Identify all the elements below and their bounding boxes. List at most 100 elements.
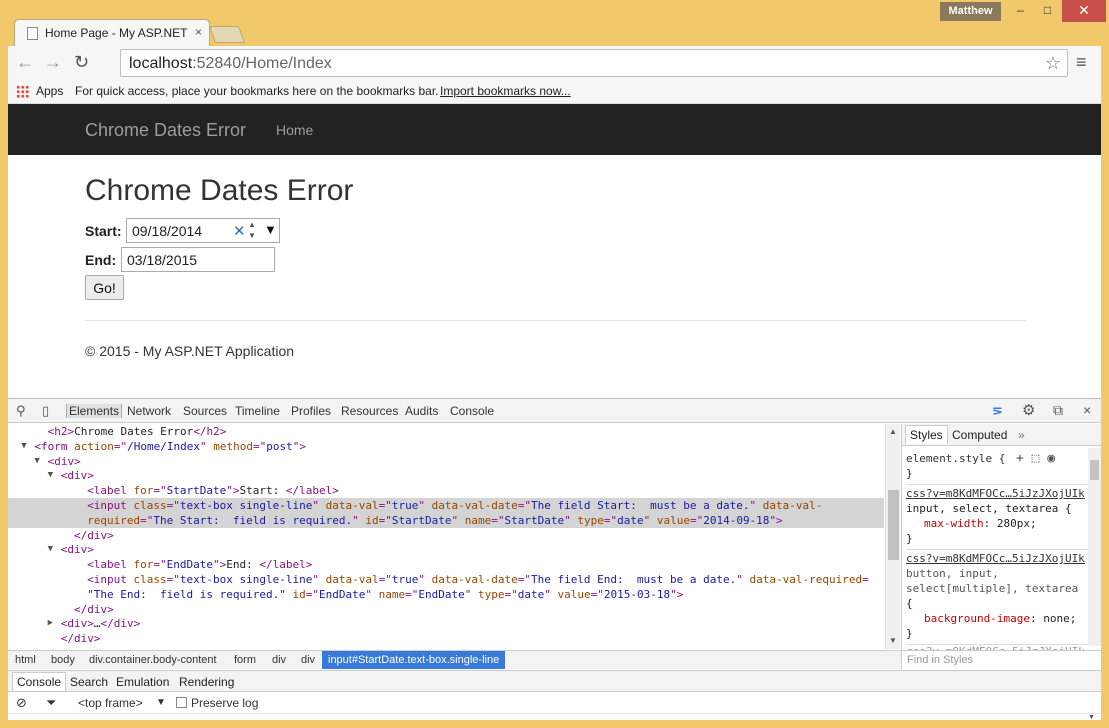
scroll-thumb[interactable]	[888, 490, 899, 560]
crumb-html[interactable]: html	[15, 654, 36, 666]
dom-line[interactable]: <label for="StartDate">Start: </label>	[8, 483, 884, 498]
crumb-div-1[interactable]: div	[272, 654, 286, 666]
tab-resources[interactable]: Resources	[341, 404, 398, 418]
dom-line[interactable]: </div>	[8, 631, 884, 646]
page-viewport: Chrome Dates Error Home Chrome Dates Err…	[8, 104, 1101, 398]
dom-line[interactable]: <input class="text-box single-line" data…	[8, 572, 884, 587]
tab-timeline[interactable]: Timeline	[235, 404, 280, 418]
reload-icon[interactable]: ↻	[74, 52, 89, 72]
expand-triangle-icon[interactable]: ▶	[48, 616, 53, 631]
crumb-input-active[interactable]: input#StartDate.text-box.single-line	[322, 651, 506, 669]
dom-line[interactable]: ▼ <div>	[8, 468, 884, 483]
preserve-log-checkbox[interactable]	[176, 697, 187, 708]
user-badge[interactable]: Matthew	[940, 2, 1001, 21]
dom-line[interactable]: ▼ <div>	[8, 454, 884, 469]
frame-select[interactable]: <top frame>	[78, 696, 143, 710]
filter-icon[interactable]: ⏷	[46, 695, 56, 711]
tab-computed[interactable]: Computed	[952, 428, 1007, 442]
crumb-container[interactable]: div.container.body-content	[89, 654, 217, 666]
dom-line[interactable]: ▼ <div>	[8, 542, 884, 557]
tab-sources[interactable]: Sources	[183, 404, 227, 418]
close-window-button[interactable]: ✕	[1062, 0, 1106, 22]
expand-triangle-icon[interactable]: ▼	[48, 468, 53, 483]
apps-grid-icon[interactable]	[16, 85, 29, 98]
dom-line[interactable]: "The End: field is required." id="EndDat…	[8, 587, 884, 602]
rule2-selector-1[interactable]: button, input,	[906, 566, 999, 581]
maximize-button[interactable]: □	[1034, 0, 1061, 22]
tab-styles[interactable]: Styles	[905, 425, 948, 444]
back-arrow-icon[interactable]: ←	[16, 52, 34, 72]
devtools-close-icon[interactable]: ×	[1083, 402, 1091, 418]
hamburger-menu-icon[interactable]: ≡	[1076, 52, 1087, 73]
styles-scroll-thumb[interactable]	[1090, 460, 1099, 480]
more-tabs-icon[interactable]: »	[1018, 428, 1025, 442]
frame-dropdown-icon[interactable]: ▼	[156, 697, 166, 708]
clear-date-icon[interactable]: ✕	[233, 222, 246, 240]
expand-triangle-icon[interactable]: ▼	[34, 454, 39, 469]
elements-scrollbar[interactable]: ▲ ▼	[885, 424, 900, 649]
browser-tab[interactable]: Home Page - My ASP.NET ×	[14, 19, 210, 46]
dom-line[interactable]: </div>	[8, 602, 884, 617]
elements-tree[interactable]: <h2>Chrome Dates Error</h2> ▼ <form action…	[8, 424, 884, 649]
go-button[interactable]: Go!	[85, 275, 124, 300]
dom-line[interactable]: <h2>Chrome Dates Error</h2>	[8, 424, 884, 439]
tab-title: Home Page - My ASP.NET	[45, 26, 188, 40]
dom-line[interactable]: </div>	[8, 528, 884, 543]
inspect-search-icon[interactable]: ⚲	[16, 403, 26, 419]
rule2-source-link[interactable]: css?v=m8KdMFOCc…5iJzJXojUIk	[906, 551, 1085, 566]
settings-gear-icon[interactable]: ⚙	[1022, 401, 1035, 419]
tab-console[interactable]: Console	[450, 404, 494, 418]
scroll-up-icon[interactable]: ▲	[889, 427, 897, 436]
date-spinner[interactable]: ▲ ▼	[248, 219, 256, 241]
dock-side-icon[interactable]: ⧉	[1053, 402, 1063, 419]
console-scroll-down-icon[interactable]: ▼	[1088, 714, 1101, 721]
import-bookmarks-link[interactable]: Import bookmarks now...	[440, 84, 571, 98]
drawer-tab-rendering[interactable]: Rendering	[179, 675, 234, 689]
end-date-input[interactable]: 03/18/2015	[121, 247, 275, 272]
rule2-declaration[interactable]: background-image: none;	[924, 611, 1076, 626]
bookmark-star-icon[interactable]: ☆	[1045, 53, 1061, 74]
crumb-body[interactable]: body	[51, 654, 75, 666]
new-tab-button[interactable]	[208, 26, 246, 43]
spin-down-icon[interactable]: ▼	[248, 231, 256, 240]
calendar-dropdown-icon[interactable]: ▼	[264, 222, 277, 237]
find-in-styles-input[interactable]: Find in Styles	[902, 650, 1101, 669]
dom-line-selected[interactable]: required="The Start: field is required."…	[8, 512, 884, 528]
drawer-tab-console[interactable]: Console	[12, 672, 67, 691]
add-rule-icon[interactable]: + ⬚ ◉	[1016, 451, 1055, 466]
show-drawer-icon[interactable]: ⋝	[992, 403, 1003, 419]
drawer-tab-emulation[interactable]: Emulation	[116, 675, 169, 689]
tab-audits[interactable]: Audits	[405, 404, 438, 418]
tab-close-icon[interactable]: ×	[195, 25, 202, 39]
spin-up-icon[interactable]: ▲	[248, 220, 256, 229]
forward-arrow-icon[interactable]: →	[44, 52, 62, 72]
device-mode-icon[interactable]: ▯	[42, 403, 49, 419]
styles-scrollbar[interactable]	[1088, 448, 1101, 646]
rule1-source-link[interactable]: css?v=m8KdMFOCc…5iJzJXojUIk	[906, 486, 1085, 501]
scroll-down-icon[interactable]: ▼	[889, 636, 897, 645]
crumb-form[interactable]: form	[234, 654, 256, 666]
expand-triangle-icon[interactable]: ▼	[21, 439, 26, 454]
address-bar[interactable]: localhost:52840/Home/Index ☆	[120, 49, 1068, 77]
clear-console-icon[interactable]: ⊘	[16, 695, 27, 711]
nav-home-link[interactable]: Home	[276, 122, 313, 138]
rule1-close: }	[906, 532, 913, 545]
tab-network[interactable]: Network	[127, 404, 171, 418]
dom-line[interactable]: ▶ <div>…</div>	[8, 616, 884, 631]
minimize-button[interactable]: –	[1007, 0, 1034, 22]
tab-profiles[interactable]: Profiles	[291, 404, 331, 418]
start-date-input[interactable]: 09/18/2014 ✕ ▲ ▼ ▼	[126, 218, 280, 243]
dom-line-selected[interactable]: <input class="text-box single-line" data…	[8, 498, 884, 513]
drawer-tab-search[interactable]: Search	[70, 675, 108, 689]
apps-link[interactable]: Apps	[36, 84, 63, 98]
rule1-selector[interactable]: input, select, textarea {	[906, 501, 1072, 516]
dom-line[interactable]: ▼ <form action="/Home/Index" method="post…	[8, 439, 884, 454]
rule1-declaration[interactable]: max-width: 280px;	[924, 516, 1037, 531]
tab-elements[interactable]: Elements	[66, 404, 123, 418]
rule2-selector-2[interactable]: select[multiple], textarea	[906, 581, 1078, 596]
element-style-selector[interactable]: element.style {	[906, 451, 1005, 466]
expand-triangle-icon[interactable]: ▼	[48, 542, 53, 557]
site-brand-link[interactable]: Chrome Dates Error	[85, 120, 246, 141]
dom-line[interactable]: <label for="EndDate">End: </label>	[8, 557, 884, 572]
crumb-div-2[interactable]: div	[301, 654, 315, 666]
